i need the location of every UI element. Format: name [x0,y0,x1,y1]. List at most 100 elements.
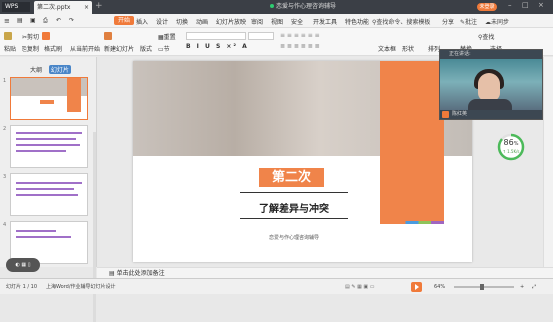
zoom-in-icon[interactable]: + [520,279,524,295]
text-box-label: 文本框 [378,46,397,53]
menu-home[interactable]: 开始 [114,16,135,25]
text-box-button[interactable]: 文本框 [378,44,396,53]
shape-button[interactable]: 形状 [402,44,414,53]
menu-icon[interactable]: ≡ [4,17,10,25]
text-format-tools[interactable]: B I U S ×² A [186,43,249,50]
slide-thumbnail-1[interactable]: 1 [3,77,88,120]
close-window-icon[interactable]: × [538,1,544,9]
redo-icon[interactable]: ↷ [69,17,74,24]
cloud-sync-button[interactable]: ☁未同步 [485,17,509,26]
undo-icon[interactable]: ↶ [56,17,61,24]
font-family-select[interactable] [186,32,246,40]
app-name: WPS [5,3,19,10]
paragraph-tools[interactable]: ≡ ≡ ≡ ≡ ≡ ≡ [280,32,320,39]
thumb-text [16,182,82,184]
menu-slideshow[interactable]: 幻灯片放映 [216,17,246,26]
tab-slides[interactable]: 幻灯片 [48,65,71,74]
tab-outline[interactable]: 大纲 [25,65,47,74]
mic-icon[interactable] [442,111,449,118]
document-tab-label: 第二次.pptx [37,4,71,11]
paste-label: 粘贴 [4,46,17,53]
video-header: 正在讲话: [440,50,542,59]
pen-tool-control[interactable]: ◐ ▦ ▯ [6,258,40,272]
fit-window-icon[interactable]: ⤢ [532,279,536,295]
thumb-number: 2 [3,126,7,132]
menu-transition[interactable]: 切换 [176,17,188,26]
file-icon[interactable]: ▤ [17,17,23,24]
slide-title-badge[interactable]: 第二次 [259,168,324,187]
menu-review[interactable]: 审阅 [251,17,263,26]
paste-button[interactable] [4,32,13,40]
comment-button[interactable]: ✎批注 [460,17,477,26]
slide-thumbnail-2[interactable]: 2 [3,125,88,168]
video-call-window[interactable]: 正在讲话: 陈红英 [439,49,543,120]
cut-label: 剪切 [27,34,40,41]
cut-button[interactable]: ✂剪切 [22,32,39,41]
divider-bottom [240,218,348,219]
section-label: 节 [163,46,170,53]
right-task-pane[interactable] [543,57,553,267]
live-dot-icon [269,4,274,8]
print-icon[interactable]: ⎙ [43,17,48,25]
menu-security[interactable]: 安全 [291,17,303,26]
thumb-text [16,194,78,196]
layout-button[interactable]: 版式 [140,44,152,53]
share-button[interactable]: 分享 [442,17,454,26]
menu-design[interactable]: 设计 [156,17,168,26]
slide-counter: 幻灯片 1 / 10 [6,284,37,290]
find-button[interactable]: ⚲查找 [478,32,494,41]
slideshow-icon [42,32,50,40]
document-tab[interactable]: 第二次.pptx × [34,1,92,14]
view-mode-buttons[interactable]: ▤ ✎ ▦ ▣ ▭ [345,279,374,295]
play-slideshow-button[interactable] [411,282,422,292]
cloud-label: 未同步 [491,19,510,26]
meeting-indicator[interactable]: 恋爱与作心理咨询辅导 [228,0,378,14]
reset-button[interactable]: ▦重置 [158,32,176,41]
save-icon[interactable]: ▣ [30,17,36,24]
login-button[interactable]: 未登录 [477,3,497,11]
search-command[interactable]: ⚲查找命令、搜索模板 [372,17,430,26]
minimize-icon[interactable]: – [508,1,512,9]
new-slide-label: 新建幻灯片 [104,46,135,53]
percent-value: 86 [503,138,514,147]
search-placeholder: 查找命令、搜索模板 [376,19,431,26]
thumb-text [16,188,74,190]
section-button[interactable]: ▭节 [158,44,170,53]
menu-insert[interactable]: 插入 [136,17,148,26]
slide-panel: 大纲 幻灯片 1 2 3 4 [0,57,97,322]
network-speed-widget[interactable]: 86% ↑ 1.5K/s [497,133,525,161]
slide-subtitle[interactable]: 了解差异与冲突 [240,200,348,215]
maximize-icon[interactable]: □ [522,1,529,9]
notes-placeholder: 单击此处添加备注 [116,270,165,277]
thumb-accent [67,78,81,112]
percent-unit: % [513,141,519,147]
menu-features[interactable]: 特色功能 [345,17,369,26]
format-painter-button[interactable]: 格式刷 [44,44,62,53]
font-size-select[interactable] [248,32,274,40]
slide-footer[interactable]: 恋爱与作心理咨询辅导 [240,234,348,241]
thumb-text [16,132,82,134]
find-label: 查找 [482,34,495,41]
from-current-label: 从当前开始 [70,46,101,53]
new-tab-icon[interactable]: + [95,1,103,11]
thumb-number: 1 [3,78,7,84]
thumb-text [16,150,66,152]
theme-name: 上海Word/作业辅导幻灯片设计 [46,284,116,290]
from-current-button[interactable] [42,32,51,40]
zoom-level[interactable]: 64% [434,279,445,295]
zoom-slider[interactable] [454,286,514,288]
notes-pane[interactable]: ▤ 单击此处添加备注 [97,267,553,278]
app-logo[interactable]: WPS [2,2,30,12]
menu-animation[interactable]: 动画 [196,17,208,26]
new-slide-button[interactable] [104,32,113,40]
menu-developer[interactable]: 开发工具 [313,17,337,26]
close-tab-icon[interactable]: × [84,1,89,14]
menu-view[interactable]: 视图 [271,17,283,26]
slide-thumbnail-3[interactable]: 3 [3,173,88,216]
participant-name: 陈红英 [452,111,468,117]
status-bar: 幻灯片 1 / 10 上海Word/作业辅导幻灯片设计 ▤ ✎ ▦ ▣ ▭ 64… [0,278,553,294]
copy-button[interactable]: ⎘复制 [22,44,39,54]
zoom-slider-knob[interactable] [480,284,484,290]
alignment-tools[interactable]: ≣ ≣ ≣ ≣ ≣ ≣ [280,43,320,50]
current-slide[interactable]: 第二次 了解差异与冲突 恋爱与作心理咨询辅导 [133,61,472,262]
